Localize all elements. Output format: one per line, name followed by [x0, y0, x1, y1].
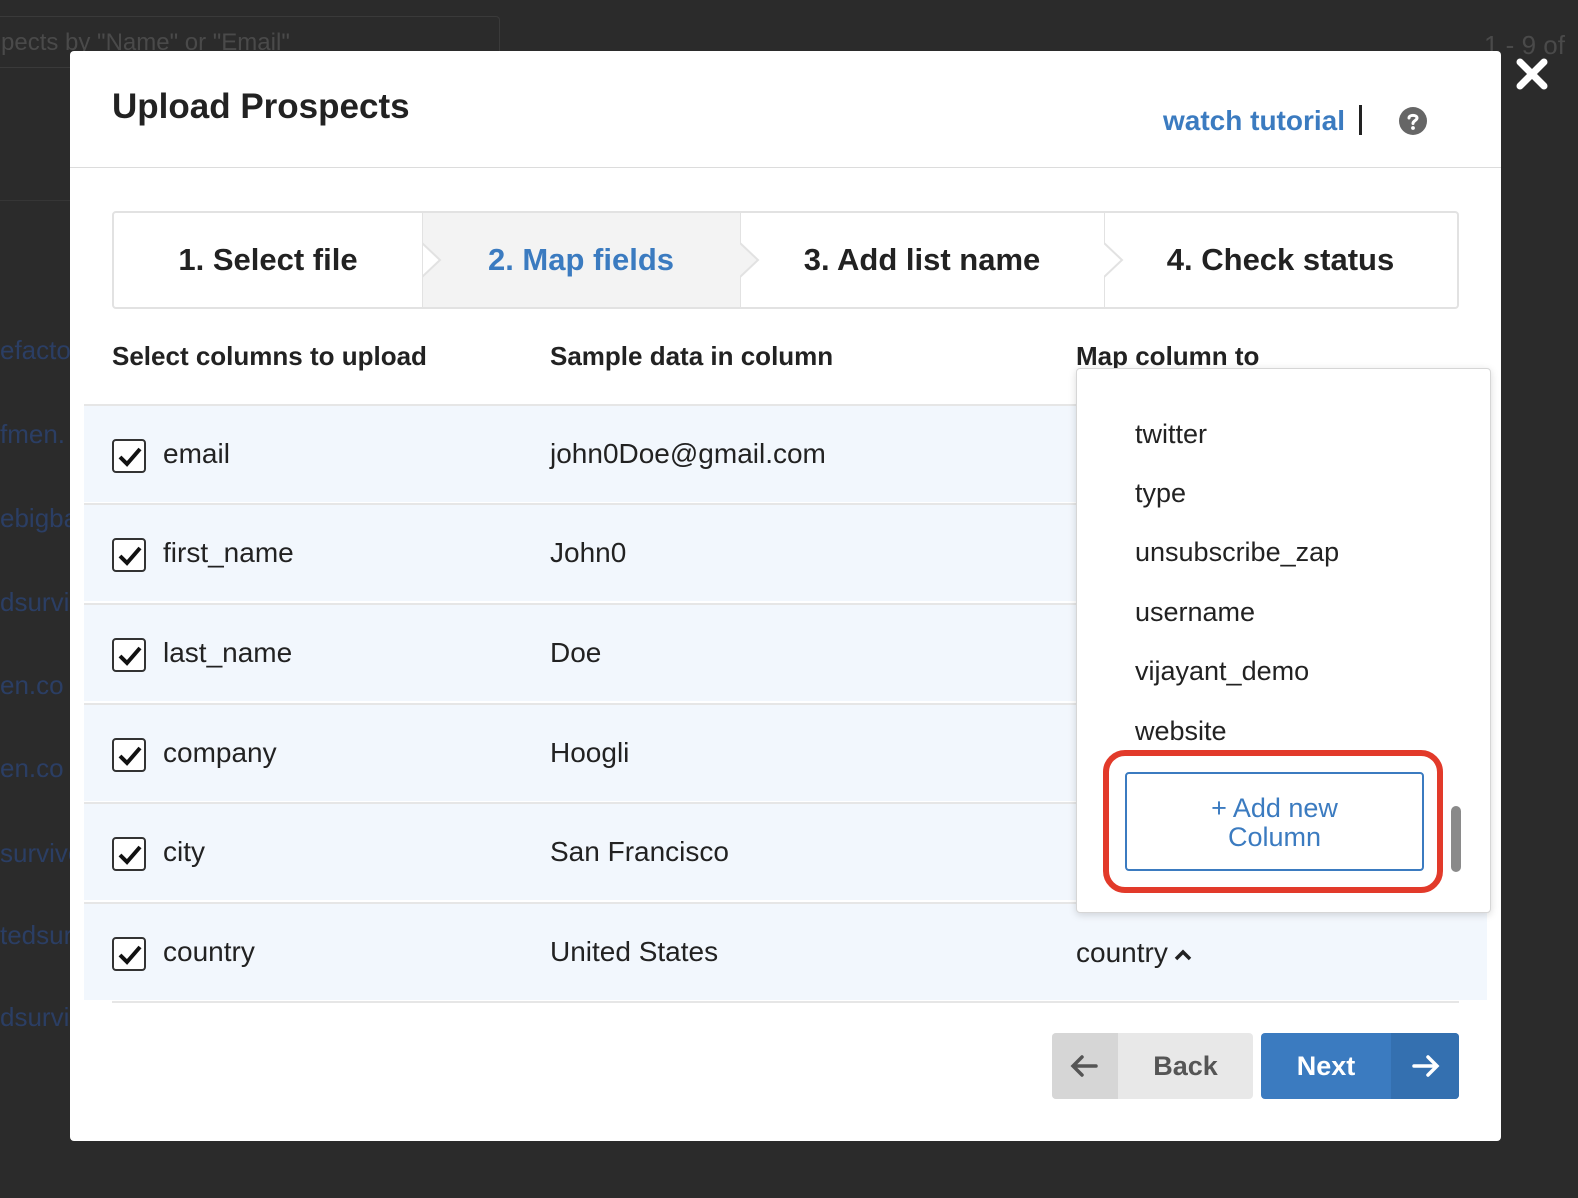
modal-header: Upload Prospects watch tutorial [70, 51, 1501, 168]
row-checkbox[interactable] [112, 837, 146, 871]
dropdown-option[interactable]: website [1135, 716, 1227, 747]
back-button[interactable]: Back [1052, 1033, 1253, 1099]
step-add-list-name[interactable]: 3. Add list name [740, 213, 1104, 307]
header-sample-data: Sample data in column [550, 341, 834, 371]
row-column-name: country [163, 936, 255, 967]
step-chevron-icon [422, 213, 442, 307]
row-checkbox[interactable] [112, 439, 146, 473]
step-chevron-icon [740, 213, 760, 307]
background-row-link: dsurvi [0, 587, 70, 617]
background-row-link: en.co [0, 753, 64, 783]
add-new-column-button[interactable]: + Add new Column [1125, 772, 1424, 871]
dropdown-option[interactable]: type [1135, 478, 1186, 509]
upload-prospects-modal: Upload Prospects watch tutorial 1. Selec… [70, 51, 1501, 1141]
background-row-link: dsurvi [0, 1002, 70, 1032]
row-column-name: first_name [163, 537, 294, 568]
add-new-column-label-line1: + Add new [1211, 793, 1338, 823]
watch-tutorial-link[interactable]: watch tutorial [1163, 105, 1345, 137]
row-column-name: last_name [163, 637, 293, 668]
background-row-link: fmen. [0, 419, 66, 449]
back-button-label: Back [1153, 1051, 1218, 1081]
step-select-file[interactable]: 1. Select file [114, 213, 422, 307]
row-checkbox[interactable] [112, 638, 146, 672]
map-column-select[interactable]: country [1076, 937, 1192, 969]
wizard-steps: 1. Select file 2. Map fields 3. Add list… [112, 211, 1459, 309]
background-row-link: tedsur [0, 920, 70, 950]
background-row-link: en.co [0, 670, 64, 700]
step-map-fields[interactable]: 2. Map fields [422, 213, 740, 307]
next-button[interactable]: Next [1261, 1033, 1459, 1099]
background-divider [0, 200, 70, 201]
dropdown-option[interactable]: vijayant_demo [1135, 656, 1309, 687]
help-icon[interactable] [1399, 107, 1427, 135]
row-sample-data: Doe [550, 637, 602, 668]
row-sample-data: John0 [550, 537, 627, 568]
header-select-columns: Select columns to upload [112, 341, 427, 371]
row-column-name: email [163, 438, 230, 469]
add-new-column-label-line2: Column [1227, 822, 1322, 852]
modal-title: Upload Prospects [112, 87, 410, 126]
row-column-name: company [163, 737, 277, 768]
background-row-link: efacto [0, 335, 70, 365]
header-divider [1359, 105, 1362, 135]
table-row: country United States country [84, 902, 1487, 1000]
dropdown-option[interactable]: username [1135, 597, 1255, 628]
chevron-up-icon [1174, 949, 1192, 960]
background-row-link: survive [0, 838, 70, 868]
step-check-status[interactable]: 4. Check status [1104, 213, 1457, 307]
row-sample-data: San Francisco [550, 836, 729, 867]
row-checkbox[interactable] [112, 738, 146, 772]
next-button-label: Next [1296, 1051, 1356, 1081]
map-column-dropdown: twitter type unsubscribe_zap username vi… [1076, 368, 1491, 913]
dropdown-option[interactable]: unsubscribe_zap [1135, 537, 1339, 568]
row-checkbox[interactable] [112, 538, 146, 572]
arrow-left-icon [1052, 1033, 1118, 1099]
row-sample-data: Hoogli [550, 737, 630, 768]
step-chevron-icon [1104, 213, 1124, 307]
close-icon[interactable] [1512, 54, 1552, 94]
row-checkbox[interactable] [112, 937, 146, 971]
background-row-link: ebigba [0, 503, 70, 533]
dropdown-scrollbar[interactable] [1451, 806, 1461, 872]
row-sample-data: United States [550, 936, 719, 967]
map-column-value: country [1076, 937, 1168, 968]
table-bottom-border [112, 1001, 1459, 1003]
row-column-name: city [163, 836, 205, 867]
dropdown-option[interactable]: twitter [1135, 419, 1207, 450]
row-sample-data: john0Doe@gmail.com [550, 438, 826, 469]
arrow-right-icon [1391, 1033, 1459, 1099]
